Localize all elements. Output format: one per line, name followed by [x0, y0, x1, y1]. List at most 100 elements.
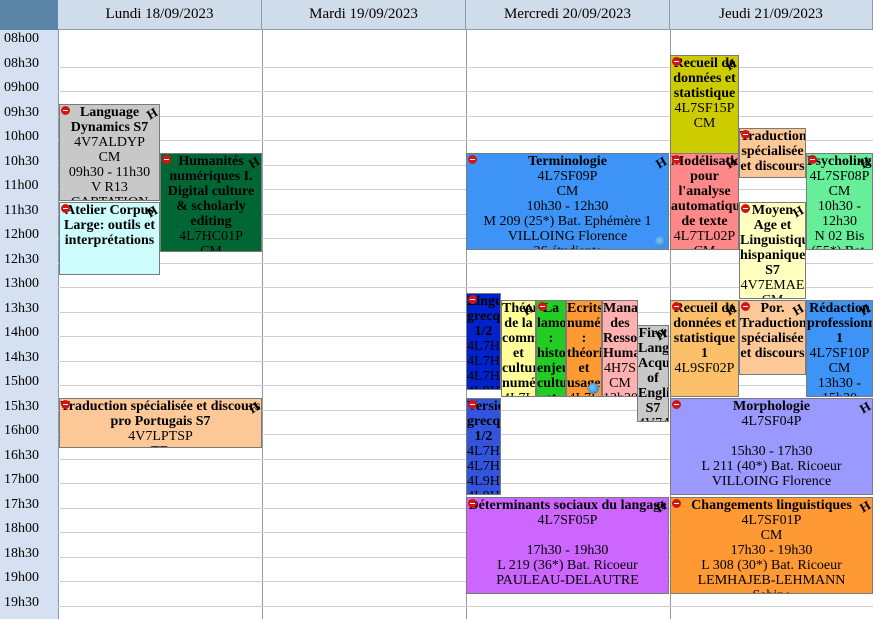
time-label: 19h30	[4, 594, 39, 610]
course-event[interactable]: H Traduction spécialisée et discours pro …	[59, 398, 262, 448]
course-event[interactable]: HModélisation pour l'analyse automatique…	[670, 153, 739, 250]
event-detail: CM	[828, 361, 851, 376]
globe-icon	[655, 236, 666, 247]
course-event[interactable]: HPsycholinguistique4L7SF08PCM10h30 -12h3…	[806, 153, 873, 250]
time-label: 09h30	[4, 104, 39, 120]
day-header-wednesday[interactable]: Mercredi 20/09/2023	[466, 0, 670, 30]
event-detail: 4L7SF05P	[537, 513, 598, 528]
event-detail: 4V7LPTSP	[128, 429, 193, 444]
course-event[interactable]: H Recueil de données et statistique 1 4L9S…	[670, 300, 739, 397]
time-gridline	[58, 605, 873, 607]
event-detail: 4L7H	[467, 459, 500, 474]
course-event[interactable]: Linguistique grecque 1/24L7H4L7H4L7H4L9H	[466, 293, 501, 390]
event-detail: 17h30 - 19h30	[526, 543, 609, 558]
day-divider	[262, 30, 263, 619]
event-detail: 4L9H	[467, 474, 500, 489]
event-detail: 4L7H	[467, 444, 500, 459]
time-label: 16h30	[4, 447, 39, 463]
event-detail: 4L7H	[467, 369, 500, 384]
no-entry-icon	[468, 499, 477, 508]
time-label: 15h00	[4, 374, 39, 389]
event-detail: 10h30 -	[817, 199, 862, 214]
time-label: 15h30	[4, 398, 39, 414]
event-detail: CM	[98, 150, 121, 165]
event-detail: 4L7H	[467, 354, 500, 369]
no-entry-icon	[61, 106, 70, 115]
course-event[interactable]: H Por. Traduction spécialisée et discours	[739, 300, 806, 375]
event-detail: Sabine	[671, 588, 872, 593]
event-detail: CM	[760, 528, 783, 543]
day-header-thursday[interactable]: Jeudi 21/09/2023	[670, 0, 873, 30]
event-title: Changements linguistiques	[691, 498, 852, 513]
event-detail: 17h30 - 19h30	[730, 543, 813, 558]
course-event[interactable]: HThéorie de la communication et culture …	[501, 300, 536, 397]
event-detail: 4L7SF08P	[809, 169, 870, 184]
event-title: Humanités numériques I. Digital culture …	[167, 154, 255, 229]
event-detail: 4L7L	[502, 391, 535, 396]
no-entry-icon	[741, 130, 750, 139]
course-event[interactable]: Traduction spécialisée et discours	[739, 128, 806, 178]
course-event[interactable]: Management des Ressources Humaines4H7SCM…	[602, 300, 638, 397]
event-detail: CM	[740, 293, 805, 298]
event-title: Traduction spécialisée et discours pro P…	[60, 399, 261, 429]
event-detail: CM	[828, 184, 851, 199]
course-event[interactable]: H Recueil de données et statistique 4L7SF1…	[670, 55, 739, 154]
course-event[interactable]: H Atelier Corpus Large: outils et interpr…	[59, 202, 160, 275]
course-event[interactable]: H Morphologie 4L7SF04P 15h30 - 17h30 L 211 …	[670, 398, 873, 495]
event-detail: 36 étudiants	[467, 244, 668, 249]
event-detail: CARTATION	[60, 195, 159, 200]
course-event[interactable]: H Changements linguistiques 4L7SF01P CM 17h3…	[670, 497, 873, 594]
event-detail: 4L7TL02P	[673, 229, 736, 244]
course-event[interactable]: HFirst Language Acquisition of English S…	[637, 325, 669, 422]
day-header-monday[interactable]: Lundi 18/09/2023	[58, 0, 262, 30]
time-label: 17h00	[4, 472, 39, 487]
no-entry-icon	[741, 204, 750, 213]
event-title: Déterminants sociaux du langage	[468, 498, 667, 513]
event-detail: 10h30 - 12h30	[526, 199, 609, 214]
no-entry-icon	[468, 400, 477, 409]
event-detail: 4V7ALDYP	[74, 135, 145, 150]
course-event[interactable]: H Déterminants sociaux du langage 4L7SF05P…	[466, 497, 669, 594]
event-detail: 4H7S	[604, 361, 636, 376]
course-event[interactable]: H Language Dynamics S7 4V7ALDYP CM 09h30 - 1…	[59, 104, 160, 201]
no-entry-icon	[672, 57, 681, 66]
course-event[interactable]: H Humanités numériques I. Digital culture…	[160, 153, 262, 252]
time-label: 16h00	[4, 423, 39, 438]
event-detail: VILLOING Florence	[507, 229, 628, 244]
course-event[interactable]: Version grecque 1/24L7H4L7H4L9H4L9H	[466, 398, 501, 495]
course-event[interactable]: Ecrits numériques : théorie et usages4L7…	[566, 300, 602, 397]
event-title: Ecrits numériques : théorie et usages	[567, 301, 602, 391]
event-detail: L 211 (40*) Bat. Ricoeur	[701, 459, 842, 474]
no-entry-icon	[808, 155, 817, 164]
course-event[interactable]: HMoyen Age et Linguistique hispanique S7…	[739, 202, 806, 299]
day-header-tuesday[interactable]: Mardi 19/09/2023	[262, 0, 466, 30]
time-label: 12h30	[4, 251, 39, 267]
event-detail: 12h30	[822, 214, 857, 229]
no-entry-icon	[162, 155, 171, 164]
no-entry-icon	[672, 302, 681, 311]
event-detail: V R13	[91, 180, 128, 195]
time-label: 11h30	[4, 202, 39, 218]
course-event[interactable]: HRédaction professionnelle 14L7SF10PCM13…	[806, 300, 873, 397]
course-event[interactable]: H Terminologie 4L7SF09P CM 10h30 - 12h30 M 20…	[466, 153, 669, 250]
no-entry-icon	[538, 302, 547, 311]
event-detail: M 209 (25*) Bat. Ephémère 1	[483, 214, 652, 229]
event-detail: 4L7SF01P	[741, 513, 802, 528]
no-entry-icon	[672, 400, 681, 409]
event-detail: 4V7A	[638, 416, 668, 421]
time-label: 11h00	[4, 178, 39, 193]
event-detail: 4L7H	[467, 339, 500, 354]
event-detail: L 308 (30*) Bat. Ricoeur	[701, 558, 842, 573]
event-detail: 15h30	[807, 391, 872, 396]
no-entry-icon	[672, 499, 681, 508]
timetable-grid: Lundi 18/09/2023 Mardi 19/09/2023 Mercre…	[0, 0, 873, 619]
event-detail: 4L7SF10P	[809, 346, 870, 361]
event-detail: (55*) Bat.	[807, 244, 872, 249]
no-entry-icon	[468, 295, 477, 304]
course-event[interactable]: La lamontagne : histoire, enjeux, cultur…	[536, 300, 566, 397]
event-detail: 4L7SF15P	[674, 101, 735, 116]
no-entry-icon	[468, 155, 477, 164]
event-detail	[671, 429, 872, 444]
grid-corner	[0, 0, 58, 30]
event-detail: 4L7HC01P	[179, 229, 243, 244]
